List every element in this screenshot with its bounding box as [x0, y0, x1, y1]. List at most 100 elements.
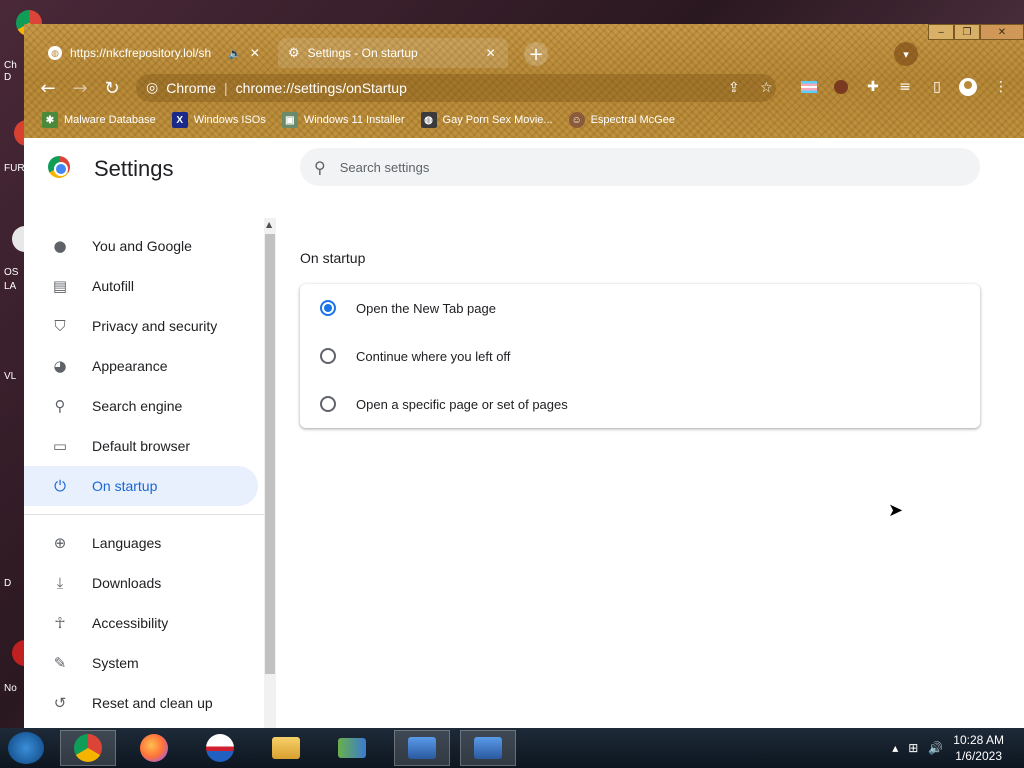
- bookmark-windows-isos[interactable]: X Windows ISOs: [171, 112, 266, 128]
- x-icon: X: [171, 112, 188, 128]
- sidebar-item-system[interactable]: ✎ System: [24, 643, 258, 683]
- bookmark-label: Malware Database: [64, 114, 156, 126]
- sidebar-item-privacy-and-security[interactable]: ⛉ Privacy and security: [24, 306, 258, 346]
- radio-button[interactable]: [320, 348, 336, 364]
- clock[interactable]: 10:28 AM 1/6/2023: [953, 732, 1004, 764]
- sidebar-item-label: Autofill: [92, 278, 135, 294]
- bookmark-label: Windows ISOs: [193, 114, 266, 126]
- radio-label: Open a specific page or set of pages: [356, 396, 568, 412]
- desktop-label: D: [4, 72, 12, 83]
- chrome-logo-icon: [48, 156, 70, 178]
- taskbar-remote-desktop-2[interactable]: [460, 730, 516, 766]
- new-tab-button[interactable]: +: [524, 42, 548, 66]
- monitor-icon: [474, 737, 502, 759]
- sidebar-item-reset-and-clean-up[interactable]: ↺ Reset and clean up: [24, 683, 258, 723]
- sidebar-item-label: Languages: [92, 535, 162, 551]
- taskbar-firefox[interactable]: [126, 730, 182, 766]
- bookmarks-bar: ✱ Malware Database X Windows ISOs ▣ Wind…: [24, 108, 1024, 132]
- sidebar-item-label: Accessibility: [92, 615, 169, 631]
- star-icon[interactable]: ☆: [760, 80, 773, 96]
- clock-time: 10:28 AM: [953, 733, 1004, 747]
- startup-option-new-tab[interactable]: Open the New Tab page: [300, 284, 980, 332]
- share-icon[interactable]: ⇪: [728, 80, 740, 96]
- desktop-label: Ch: [4, 60, 17, 71]
- taskbar-app-logo[interactable]: [192, 730, 248, 766]
- radio-button[interactable]: [320, 300, 336, 316]
- power-icon: ⏻: [54, 477, 66, 495]
- taskbar: ▴ ⊞ 🔊 10:28 AM 1/6/2023: [0, 728, 1024, 768]
- sidebar-item-on-startup[interactable]: ⏻ On startup: [24, 466, 258, 506]
- bookmark-espectral-mcgee[interactable]: ☺ Espectral McGee: [568, 112, 675, 128]
- system-tray: ▴ ⊞ 🔊 10:28 AM 1/6/2023: [892, 728, 1024, 768]
- profile-icon[interactable]: [957, 76, 979, 98]
- close-tab-icon[interactable]: ✕: [486, 46, 496, 60]
- folder-icon: [272, 737, 300, 759]
- media-queue-icon[interactable]: ≡: [894, 76, 916, 98]
- address-bar[interactable]: ◎ Chrome | chrome://settings/onStartup: [136, 74, 776, 102]
- sidebar-icon[interactable]: ▯: [926, 76, 948, 98]
- desktop-label: VL: [4, 371, 17, 382]
- url-text[interactable]: chrome://settings/onStartup: [236, 80, 407, 96]
- speaker-icon[interactable]: 🔈: [228, 47, 242, 60]
- minimize-button[interactable]: ‒: [928, 24, 954, 40]
- sidebar-divider: [24, 514, 264, 515]
- scroll-up-icon[interactable]: ▲: [266, 220, 272, 229]
- startup-option-specific-pages[interactable]: Open a specific page or set of pages: [300, 380, 980, 428]
- search-settings-input[interactable]: ⚲ Search settings: [300, 148, 980, 186]
- tab-title: Settings - On startup: [307, 46, 418, 60]
- sidebar-item-languages[interactable]: ⊕ Languages: [24, 523, 258, 563]
- globe-icon: ◍: [420, 112, 437, 128]
- logo-icon: [206, 734, 234, 762]
- sidebar-item-appearance[interactable]: ◕ Appearance: [24, 346, 258, 386]
- settings-header: Settings ⚲ Search settings: [24, 138, 1024, 196]
- sidebar-item-default-browser[interactable]: ▭ Default browser: [24, 426, 258, 466]
- startup-options-card: Open the New Tab page Continue where you…: [300, 284, 980, 428]
- window-controls: ‒ ❐ ✕: [928, 24, 1024, 42]
- reload-button[interactable]: ↻: [100, 76, 124, 100]
- puzzle-icon[interactable]: ✚: [862, 76, 884, 98]
- globe-icon: ⊕: [53, 534, 67, 552]
- bookmark-windows-11-installer[interactable]: ▣ Windows 11 Installer: [281, 112, 405, 128]
- clipboard-icon: ▤: [52, 277, 68, 295]
- taskbar-remote-desktop-1[interactable]: [394, 730, 450, 766]
- chrome-icon: [74, 734, 102, 762]
- download-icon: ⤓: [56, 574, 64, 592]
- sidebar-item-you-and-google[interactable]: ● You and Google: [24, 226, 258, 266]
- startup-option-continue[interactable]: Continue where you left off: [300, 332, 980, 380]
- extension-avatar-icon[interactable]: [830, 76, 852, 98]
- bookmark-label: Windows 11 Installer: [303, 114, 405, 126]
- close-tab-icon[interactable]: ✕: [250, 46, 260, 60]
- chrome-icon: ◎: [146, 80, 159, 96]
- sidebar-item-accessibility[interactable]: ☥ Accessibility: [24, 603, 258, 643]
- taskbar-network[interactable]: [324, 730, 380, 766]
- url-separator: |: [224, 80, 228, 96]
- maximize-button[interactable]: ❐: [954, 24, 980, 40]
- bookmark-video-site[interactable]: ◍ Gay Porn Sex Movie...: [420, 112, 553, 128]
- tab-settings[interactable]: ⚙ Settings - On startup ✕: [278, 38, 508, 68]
- browser-icon: ▭: [52, 437, 68, 455]
- tab-search-button[interactable]: ▾: [894, 42, 918, 66]
- start-button[interactable]: [8, 732, 44, 764]
- scrollbar-thumb[interactable]: [265, 234, 275, 674]
- extension-flag-icon[interactable]: [798, 76, 820, 98]
- forward-button[interactable]: →: [68, 76, 92, 100]
- page-title: Settings: [94, 156, 174, 181]
- shield-icon: ⛉: [54, 317, 66, 335]
- sidebar-scrollbar[interactable]: ▲ ▼: [264, 218, 276, 748]
- sidebar-item-downloads[interactable]: ⤓ Downloads: [24, 563, 258, 603]
- network-icon[interactable]: ⊞: [908, 741, 918, 755]
- close-window-button[interactable]: ✕: [980, 24, 1024, 40]
- bookmark-malware-database[interactable]: ✱ Malware Database: [42, 112, 156, 128]
- sidebar-item-search-engine[interactable]: ⚲ Search engine: [24, 386, 258, 426]
- back-button[interactable]: ←: [36, 76, 60, 100]
- volume-icon[interactable]: 🔊: [928, 741, 943, 755]
- radio-button[interactable]: [320, 396, 336, 412]
- globe-icon: ◍: [48, 46, 62, 60]
- taskbar-chrome[interactable]: [60, 730, 116, 766]
- taskbar-file-explorer[interactable]: [258, 730, 314, 766]
- menu-icon[interactable]: ⋮: [990, 76, 1012, 98]
- site-chip[interactable]: ◎ Chrome: [146, 80, 216, 96]
- tab-nkcfrepository[interactable]: ◍ https://nkcfrepository.lol/sh 🔈 ✕: [38, 38, 274, 68]
- show-hidden-icons-icon[interactable]: ▴: [892, 741, 898, 755]
- sidebar-item-autofill[interactable]: ▤ Autofill: [24, 266, 258, 306]
